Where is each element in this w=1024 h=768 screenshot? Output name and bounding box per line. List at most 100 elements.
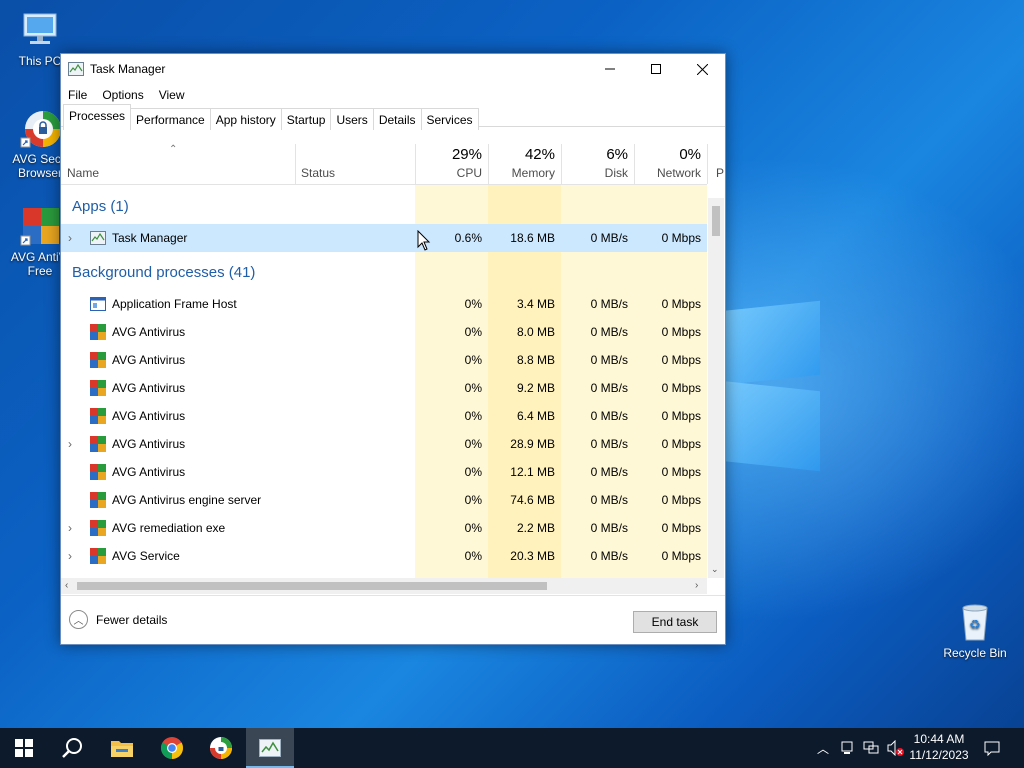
search-button[interactable] (48, 728, 96, 768)
column-status[interactable]: Status (295, 144, 415, 184)
scroll-left-icon[interactable]: ‹ (65, 580, 68, 591)
process-name: Application Frame Host (112, 297, 237, 311)
tab-app-history[interactable]: App history (209, 108, 282, 130)
scroll-right-icon[interactable]: › (695, 580, 698, 591)
column-power-partial[interactable]: P (716, 166, 724, 180)
group-header-apps: Apps (1) (72, 198, 129, 215)
process-memory: 18.6 MB (510, 231, 555, 245)
process-row[interactable]: AVG Antivirus 0% 8.8 MB 0 MB/s 0 Mbps (61, 346, 707, 374)
process-cpu: 0% (464, 325, 482, 339)
column-name[interactable]: Name (61, 144, 295, 184)
process-memory: 2.2 MB (516, 521, 555, 535)
process-network: 0 Mbps (661, 521, 701, 535)
system-clock[interactable]: 10:44 AM 11/12/2023 (900, 731, 978, 763)
process-network: 0 Mbps (661, 549, 701, 563)
process-row[interactable]: › AVG Antivirus 0% 28.9 MB 0 MB/s 0 Mbps (61, 430, 707, 458)
avg-icon (90, 380, 106, 396)
window-title: Task Manager (90, 62, 166, 76)
process-row[interactable]: AVG Antivirus 0% 9.2 MB 0 MB/s 0 Mbps (61, 374, 707, 402)
start-button[interactable] (0, 728, 48, 768)
maximize-button[interactable] (633, 54, 679, 84)
taskbar: ︿ 10:44 AM 11/12/2023 (0, 728, 1024, 768)
process-list: Apps (1) Background processes (41) › Task… (61, 185, 707, 578)
process-memory: 28.9 MB (510, 437, 555, 451)
process-memory: 8.0 MB (516, 325, 555, 339)
process-network: 0 Mbps (661, 409, 701, 423)
process-disk: 0 MB/s (590, 465, 628, 479)
chrome-button[interactable] (148, 728, 196, 768)
action-center-button[interactable] (980, 728, 1004, 768)
tab-strip: Processes Performance App history Startu… (61, 104, 725, 130)
tab-users[interactable]: Users (330, 108, 374, 130)
process-row[interactable]: AVG Antivirus 0% 6.4 MB 0 MB/s 0 Mbps (61, 402, 707, 430)
process-row[interactable]: AVG Antivirus engine server 0% 74.6 MB 0 MB… (61, 486, 707, 514)
avg-antivirus-icon (19, 206, 61, 248)
column-network[interactable]: 0% Network (634, 144, 707, 184)
menu-file[interactable]: File (67, 84, 95, 104)
recycle-bin-icon: ♻ (954, 602, 996, 644)
tab-services[interactable]: Services (420, 108, 479, 130)
tab-startup[interactable]: Startup (280, 108, 332, 130)
end-task-button[interactable]: End task (633, 611, 717, 633)
close-icon (696, 63, 708, 75)
file-explorer-button[interactable] (98, 728, 146, 768)
clock-time: 10:44 AM (913, 732, 965, 746)
process-disk: 0 MB/s (590, 437, 628, 451)
minimize-button[interactable] (587, 54, 633, 84)
process-memory: 20.3 MB (510, 549, 555, 563)
memory-label: Memory (511, 166, 555, 180)
expand-chevron-icon[interactable]: › (68, 231, 72, 245)
scroll-down-icon[interactable]: ⌄ (711, 564, 719, 575)
avg-browser-button[interactable] (197, 728, 245, 768)
tab-processes[interactable]: Processes (63, 104, 132, 130)
tray-network-icon[interactable] (862, 728, 880, 768)
process-row[interactable]: › AVG Service 0% 20.3 MB 0 MB/s 0 Mbps (61, 542, 707, 570)
expand-chevron-icon[interactable]: › (68, 549, 72, 563)
column-memory[interactable]: 42% Memory (488, 144, 561, 184)
process-row[interactable]: AVG Antivirus 0% 12.1 MB 0 MB/s 0 Mbps (61, 458, 707, 486)
network-icon (863, 741, 879, 754)
process-memory: 8.8 MB (516, 353, 555, 367)
tray-device-icon[interactable] (838, 728, 856, 768)
memory-total: 42% (524, 146, 555, 163)
tab-details[interactable]: Details (372, 108, 422, 130)
process-row[interactable]: › Task Manager 0.6% 18.6 MB 0 MB/s 0 Mbps (61, 224, 707, 252)
process-name: AVG Antivirus engine server (112, 493, 262, 507)
horizontal-scrollbar[interactable]: ‹ › (61, 578, 707, 594)
menu-view[interactable]: View (158, 84, 193, 104)
process-row[interactable]: Application Frame Host 0% 3.4 MB 0 MB/s 0 Mb… (61, 290, 707, 318)
avg-browser-icon (210, 737, 232, 759)
process-name: AVG Antivirus (112, 409, 186, 423)
process-memory: 6.4 MB (516, 409, 555, 423)
show-hidden-icons-button[interactable]: ︿ (814, 728, 832, 768)
chevron-up-icon: ︿ (816, 741, 829, 756)
menu-options[interactable]: Options (101, 84, 151, 104)
column-disk[interactable]: 6% Disk (561, 144, 634, 184)
vertical-scrollbar[interactable]: ⌄ (708, 198, 724, 578)
process-disk: 0 MB/s (590, 521, 628, 535)
horizontal-scroll-thumb[interactable] (77, 582, 547, 590)
process-row[interactable]: AVG Antivirus 0% 8.0 MB 0 MB/s 0 Mbps (61, 318, 707, 346)
chrome-icon (161, 737, 183, 759)
disk-total: 6% (606, 146, 628, 163)
process-cpu: 0% (464, 353, 482, 367)
column-cpu[interactable]: 29% CPU (415, 144, 488, 184)
close-button[interactable] (679, 54, 725, 84)
expand-chevron-icon[interactable]: › (68, 521, 72, 535)
avg-secure-browser-icon (19, 108, 61, 150)
start-icon (15, 739, 33, 757)
task-manager-taskbar-button[interactable] (246, 728, 294, 768)
process-cpu: 0% (464, 549, 482, 563)
tab-performance[interactable]: Performance (130, 108, 211, 130)
fewer-details-button[interactable]: ︿ Fewer details (69, 610, 167, 629)
process-memory: 3.4 MB (516, 297, 555, 311)
desktop-icon-recycle-bin[interactable]: ♻ Recycle Bin (935, 602, 1015, 660)
vertical-scroll-thumb[interactable] (712, 206, 720, 236)
column-divider[interactable] (707, 144, 708, 184)
process-row[interactable]: › AVG remediation exe 0% 2.2 MB 0 MB/s 0 Mbps (61, 514, 707, 542)
process-cpu: 0% (464, 521, 482, 535)
process-disk: 0 MB/s (590, 353, 628, 367)
expand-chevron-icon[interactable]: › (68, 437, 72, 451)
avg-icon (90, 548, 106, 564)
process-network: 0 Mbps (661, 381, 701, 395)
